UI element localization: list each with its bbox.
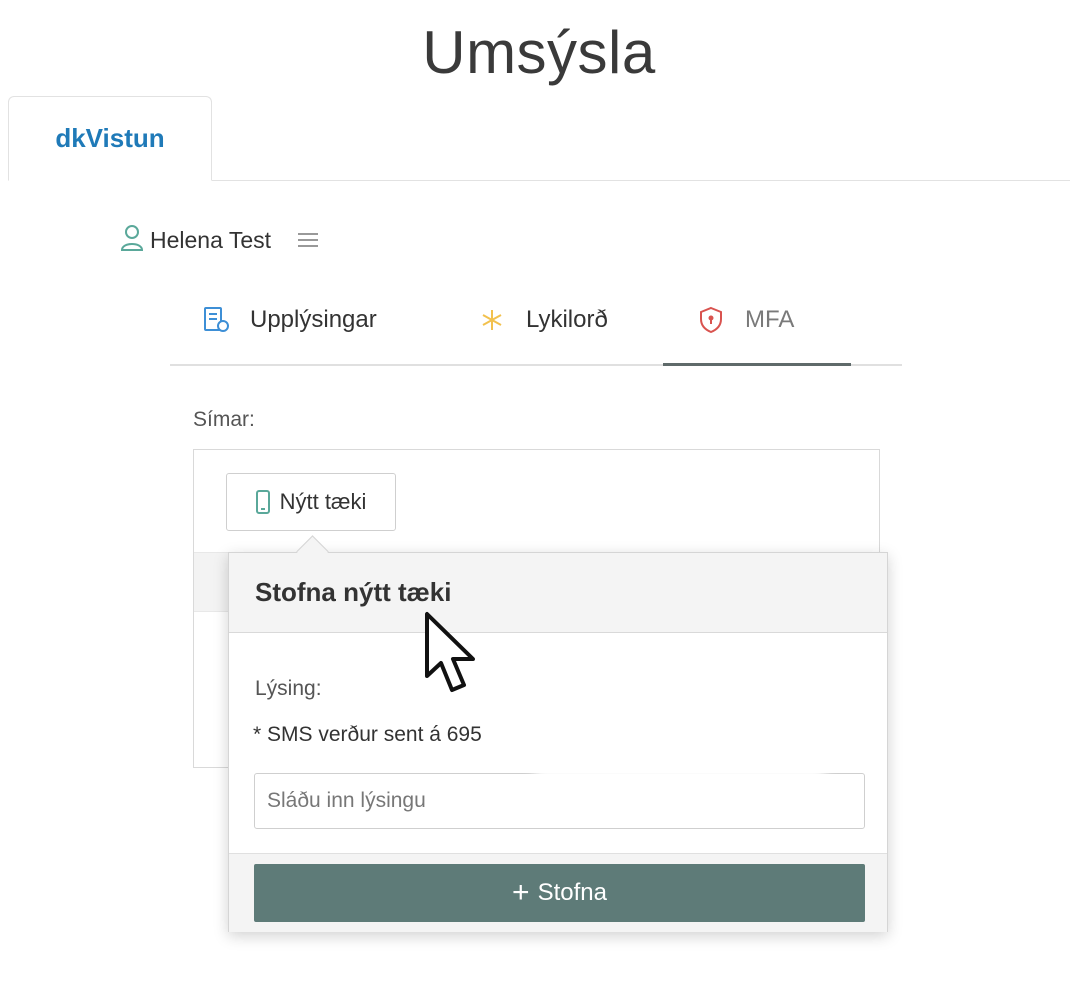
plus-icon: + (512, 876, 530, 909)
create-label: Stofna (537, 879, 607, 906)
asterisk-icon (478, 306, 506, 334)
tab-label: Lykilorð (526, 306, 608, 333)
popover-footer: + Stofna (229, 853, 887, 932)
app-tab-dkvistun[interactable]: dkVistun (8, 96, 212, 181)
new-device-button[interactable]: Nýtt tæki (226, 473, 396, 531)
app-tab-label: dkVistun (55, 123, 165, 153)
tab-label: MFA (745, 306, 795, 333)
hamburger-menu-icon[interactable] (297, 231, 319, 249)
tab-label: Upplýsingar (250, 306, 377, 333)
page-title: Umsýsla (422, 19, 656, 86)
document-icon (202, 306, 230, 334)
redacted-area (535, 660, 825, 790)
sms-note: * SMS verður sent á 695 (253, 723, 482, 746)
tab-mfa[interactable]: MFA (697, 300, 794, 340)
new-device-label: Nýtt tæki (279, 489, 367, 514)
popover-title: Stofna nýtt tæki (229, 553, 887, 633)
user-name[interactable]: Helena Test (150, 227, 271, 254)
description-label: Lýsing: (255, 677, 322, 700)
tab-upplysingar[interactable]: Upplýsingar (202, 300, 377, 340)
user-row: Helena Test (120, 222, 319, 258)
shield-icon (697, 306, 725, 334)
phones-label: Símar: (193, 408, 255, 431)
tab-lykilord[interactable]: Lykilorð (478, 300, 608, 340)
active-tab-indicator (663, 363, 851, 366)
phone-icon (255, 490, 270, 514)
create-button[interactable]: + Stofna (254, 864, 865, 922)
account-tabs: Upplýsingar Lykilorð MFA (170, 292, 902, 366)
user-icon (120, 224, 144, 257)
